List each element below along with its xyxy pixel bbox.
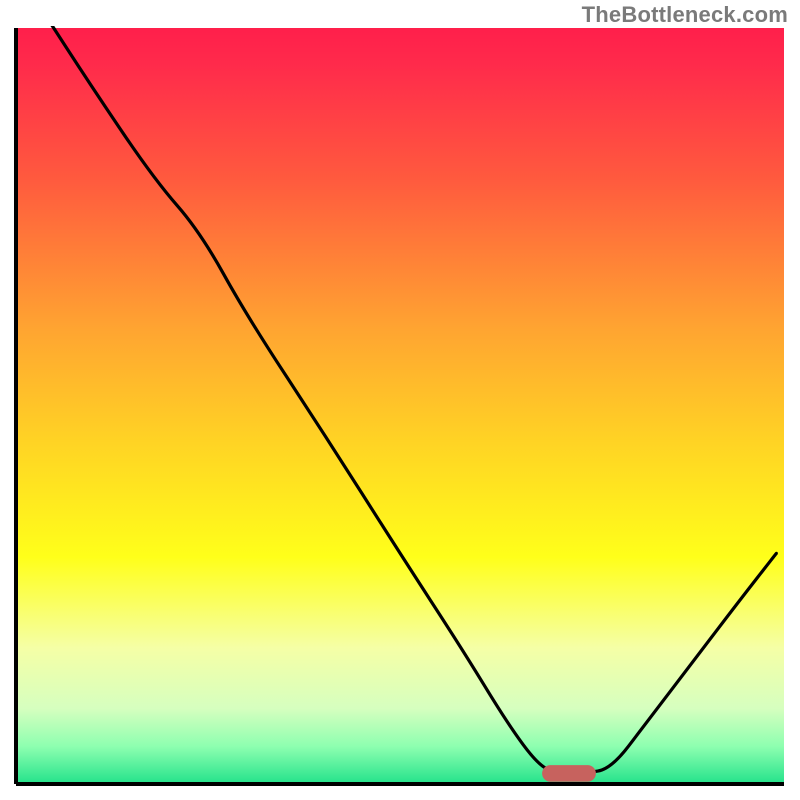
- plot-area: [14, 26, 786, 786]
- optimum-marker: [542, 765, 596, 782]
- chart-svg: [14, 26, 786, 786]
- attribution-label: TheBottleneck.com: [582, 2, 788, 28]
- gradient-background: [16, 28, 784, 784]
- chart-container: TheBottleneck.com: [0, 0, 800, 800]
